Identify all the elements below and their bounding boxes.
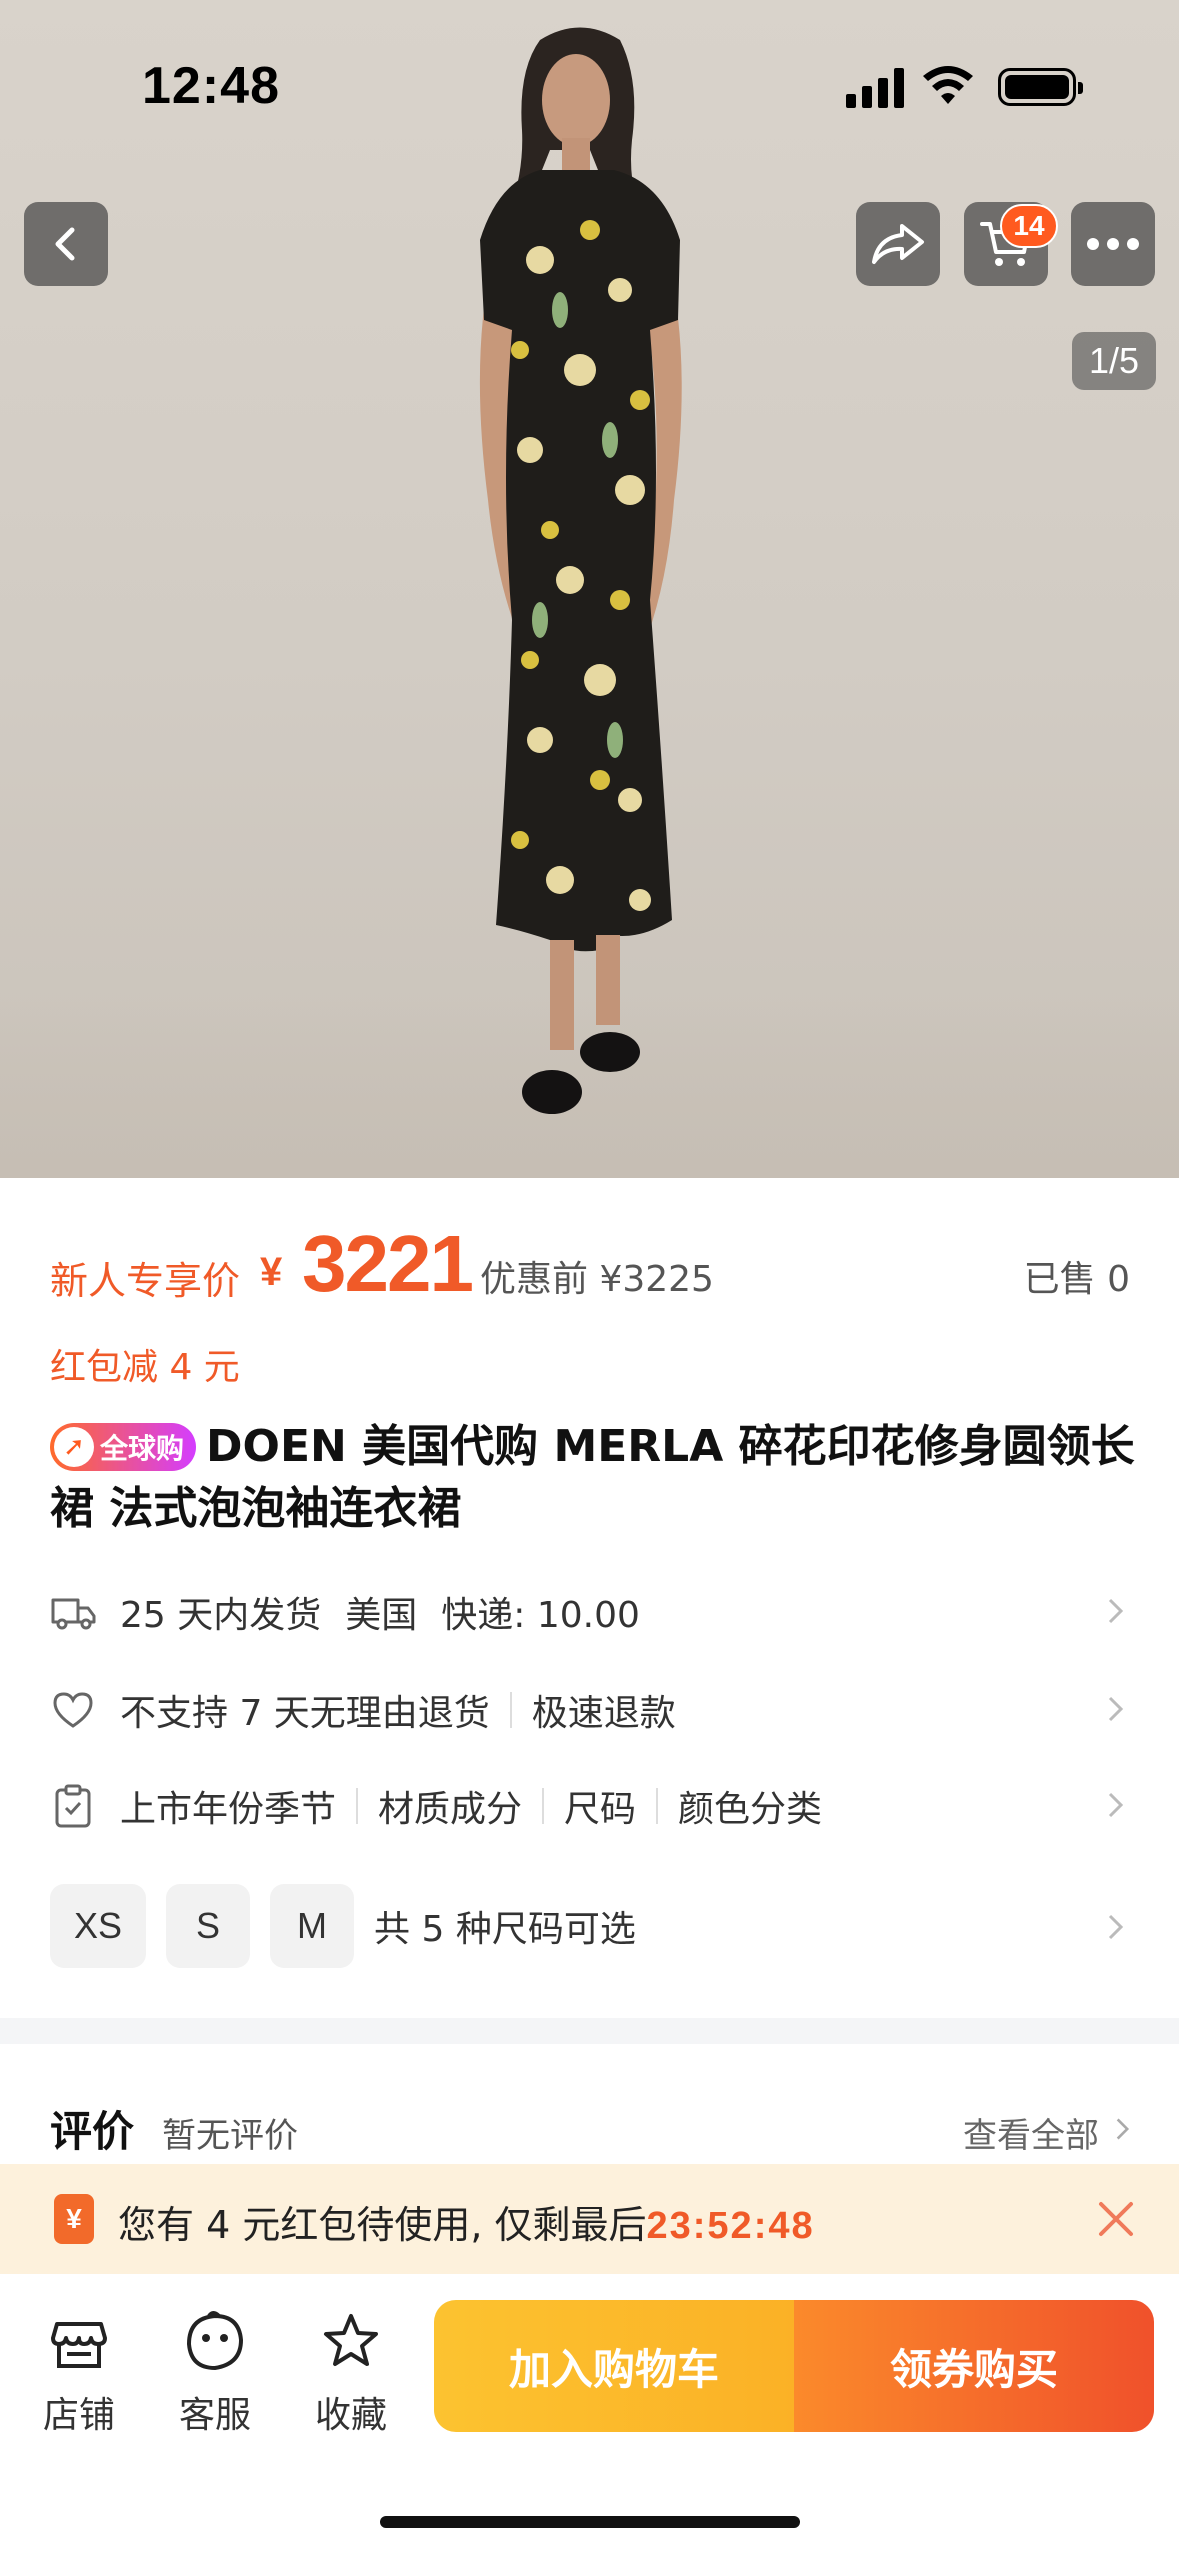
product-title-text: DOEN 美国代购 MERLA 碎花印花修身圆领长裙 法式泡泡袖连衣裙 (50, 1421, 1135, 1534)
home-indicator[interactable] (380, 2516, 800, 2528)
product-image[interactable] (0, 0, 1179, 1178)
tab-label: 店铺 (42, 2395, 115, 2436)
chevron-right-icon (1108, 1696, 1124, 1722)
ship-origin: 美国 (345, 1595, 418, 1636)
spec-item: 颜色分类 (678, 1789, 823, 1830)
red-packet-icon: ¥ (54, 2194, 94, 2244)
cellular-signal-icon (846, 68, 904, 108)
chevron-right-icon (1108, 1598, 1124, 1624)
express-fee: 快递: 10.00 (441, 1595, 640, 1636)
size-chip-s[interactable]: S (166, 1884, 251, 1968)
shipping-row[interactable]: 25 天内发货 美国 快递: 10.00 (50, 1582, 1130, 1642)
size-chip-m[interactable]: M (270, 1884, 355, 1968)
reviews-status: 暂无评价 (162, 2116, 298, 2156)
tab-label: 收藏 (314, 2395, 387, 2436)
size-selector[interactable]: XS S M 共 5 种尺码可选 (50, 1884, 1130, 1968)
product-info: 新人专享价 ¥ 3221 优惠前 ¥3225 已售 0 红包减 4 元 ➚ 全球… (0, 1178, 1179, 2018)
buy-with-coupon-button[interactable]: 领券购买 (794, 2300, 1154, 2432)
spec-item: 上市年份季节 (120, 1789, 337, 1830)
size-summary: 共 5 种尺码可选 (374, 1909, 636, 1950)
fast-refund: 极速退款 (531, 1693, 676, 1734)
more-button[interactable] (1071, 202, 1155, 286)
wifi-icon (923, 66, 973, 104)
reviews-section: 评价 暂无评价 查看全部 (0, 2044, 1179, 2164)
status-bar: 12:48 (0, 0, 1179, 160)
more-icon (1087, 238, 1139, 250)
chevron-right-icon (1116, 2118, 1130, 2140)
back-icon (55, 227, 75, 261)
clipboard-icon (50, 1783, 96, 1829)
truck-icon (50, 1589, 96, 1635)
tab-label: 客服 (178, 2395, 251, 2436)
tab-customer-service[interactable]: 客服 (160, 2310, 270, 2438)
returns-row[interactable]: 不支持 7 天无理由退货 极速退款 (50, 1680, 1130, 1740)
sold-count: 已售 0 (1023, 1259, 1130, 1300)
tab-favorite[interactable]: 收藏 (296, 2310, 406, 2438)
battery-icon (998, 68, 1083, 106)
chevron-right-icon (1108, 1914, 1124, 1940)
store-icon (51, 2322, 107, 2368)
specs-row[interactable]: 上市年份季节 材质成分 尺码 颜色分类 (50, 1776, 1130, 1836)
reviews-title: 评价 (50, 2107, 135, 2156)
global-badge-label: 全球购 (100, 1432, 185, 1465)
ship-time: 25 天内发货 (120, 1595, 322, 1636)
image-page-indicator: 1/5 (1072, 332, 1156, 390)
cart-count-badge: 14 (1000, 204, 1058, 248)
share-button[interactable] (856, 202, 940, 286)
currency-symbol: ¥ (260, 1250, 283, 1294)
price-value: 3221 (302, 1219, 474, 1308)
price-label: 新人专享价 (50, 1259, 241, 1303)
coupon-message: 您有 4 元红包待使用, 仅剩最后 (118, 2203, 647, 2247)
spec-item: 尺码 (564, 1789, 637, 1830)
product-title: ➚ 全球购 DOEN 美国代购 MERLA 碎花印花修身圆领长裙 法式泡泡袖连衣… (50, 1416, 1140, 1540)
return-policy: 不支持 7 天无理由退货 (120, 1693, 490, 1734)
service-icon (186, 2311, 244, 2371)
red-packet-discount[interactable]: 红包减 4 元 (50, 1338, 240, 1390)
share-icon (872, 224, 924, 264)
bottom-action-bar: 店铺 客服 收藏 加入购物车 领券购买 (0, 2274, 1179, 2556)
tab-store[interactable]: 店铺 (24, 2310, 134, 2438)
star-icon (324, 2314, 378, 2366)
global-purchase-badge: ➚ 全球购 (50, 1423, 197, 1471)
size-chip-xs[interactable]: XS (50, 1884, 147, 1968)
coupon-banner[interactable]: ¥ 您有 4 元红包待使用, 仅剩最后23:52:48 (0, 2164, 1179, 2274)
coupon-text: 您有 4 元红包待使用, 仅剩最后23:52:48 (118, 2194, 815, 2249)
global-arrow-icon: ➚ (54, 1427, 94, 1467)
back-button[interactable] (24, 202, 108, 286)
section-divider (0, 2018, 1179, 2044)
chevron-right-icon (1108, 1792, 1124, 1818)
add-to-cart-button[interactable]: 加入购物车 (434, 2300, 794, 2432)
model-in-floral-dress (479, 27, 682, 1114)
countdown-timer: 23:52:48 (646, 2205, 815, 2247)
status-time: 12:48 (142, 57, 280, 115)
purchase-actions: 加入购物车 领券购买 (434, 2300, 1154, 2432)
view-all-reviews-link[interactable]: 查看全部 (963, 2108, 1099, 2157)
price-row: 新人专享价 ¥ 3221 优惠前 ¥3225 已售 0 (50, 1219, 1130, 1312)
close-icon[interactable] (1093, 2196, 1139, 2242)
heart-icon (50, 1687, 96, 1733)
spec-item: 材质成分 (378, 1789, 523, 1830)
original-price: 优惠前 ¥3225 (480, 1259, 714, 1300)
